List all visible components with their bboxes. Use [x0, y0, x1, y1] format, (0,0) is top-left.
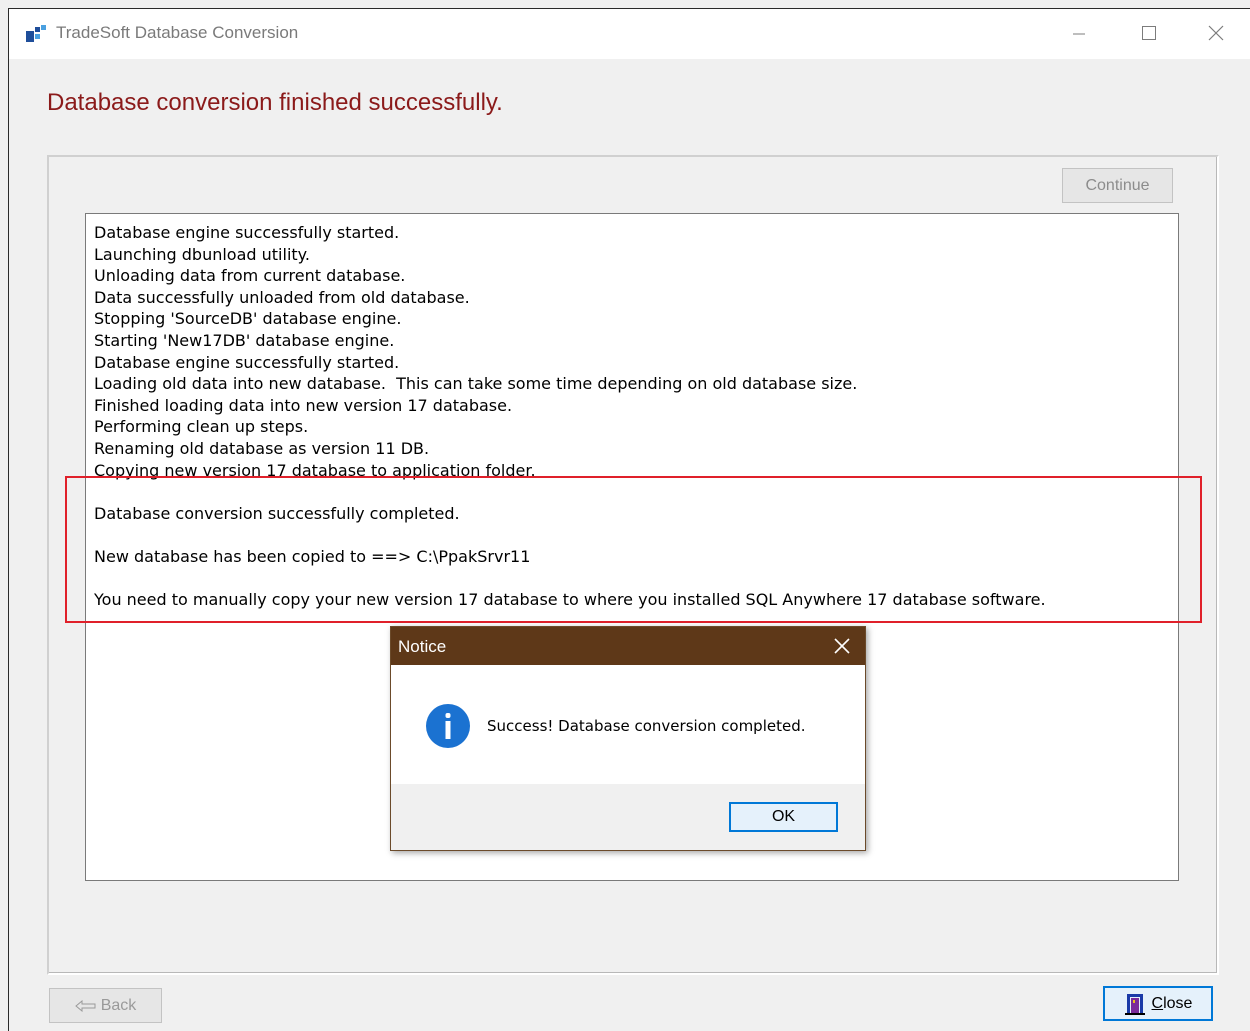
- dialog-body: Success! Database conversion completed.: [391, 665, 865, 784]
- close-icon: [1208, 25, 1224, 41]
- door-exit-icon: [1124, 993, 1145, 1015]
- close-button[interactable]: Close: [1103, 986, 1213, 1021]
- title-bar[interactable]: TradeSoft Database Conversion: [9, 9, 1250, 59]
- notice-dialog: Notice Success! Database conversion comp…: [390, 626, 866, 851]
- app-icon: [26, 25, 46, 42]
- dialog-title-bar[interactable]: Notice: [391, 627, 865, 665]
- log-line: Starting 'New17DB' database engine.: [94, 330, 395, 350]
- log-line: Database engine successfully started.: [94, 223, 400, 242]
- log-line: Launching dbunload utility.: [94, 244, 310, 264]
- dialog-title: Notice: [398, 637, 447, 656]
- log-line: You need to manually copy your new versi…: [94, 590, 1046, 610]
- log-line: Finished loading data into new version 1…: [94, 395, 513, 415]
- close-label: Close: [1151, 994, 1193, 1012]
- main-window: TradeSoft Database Conversion Database c…: [8, 8, 1250, 1031]
- log-line: Stopping 'SourceDB' database engine.: [94, 309, 402, 329]
- dialog-close-button[interactable]: [819, 627, 865, 665]
- log-line: Copying new version 17 database to appli…: [94, 460, 536, 480]
- ok-button[interactable]: OK: [729, 802, 838, 832]
- log-line: Data successfully unloaded from old data…: [94, 287, 470, 307]
- log-line: Performing clean up steps.: [94, 417, 309, 437]
- close-window-button[interactable]: [1181, 9, 1250, 57]
- back-label: Back: [100, 996, 137, 1014]
- log-line: New database has been copied to ==> C:\P…: [94, 546, 531, 566]
- minimize-icon: [1073, 33, 1085, 35]
- log-line: Database engine successfully started.: [94, 352, 400, 372]
- back-button[interactable]: Back: [49, 988, 162, 1023]
- log-line: Database conversion successfully complet…: [94, 503, 460, 523]
- page-title: Database conversion finished successfull…: [47, 89, 503, 116]
- close-icon: [834, 638, 850, 654]
- info-icon: [426, 704, 470, 748]
- window-title: TradeSoft Database Conversion: [56, 23, 299, 42]
- back-arrow-icon: [74, 999, 96, 1012]
- log-lines: Database engine successfully started. Lau…: [94, 222, 1046, 611]
- maximize-button[interactable]: [1114, 9, 1184, 57]
- log-line: Unloading data from current database.: [94, 266, 406, 286]
- continue-button[interactable]: Continue: [1062, 168, 1173, 203]
- log-line: Renaming old database as version 11 DB.: [94, 438, 430, 458]
- minimize-button[interactable]: [1044, 9, 1114, 57]
- log-line: Loading old data into new database. This…: [94, 374, 858, 394]
- dialog-message: Success! Database conversion completed.: [487, 717, 806, 735]
- maximize-icon: [1142, 26, 1156, 40]
